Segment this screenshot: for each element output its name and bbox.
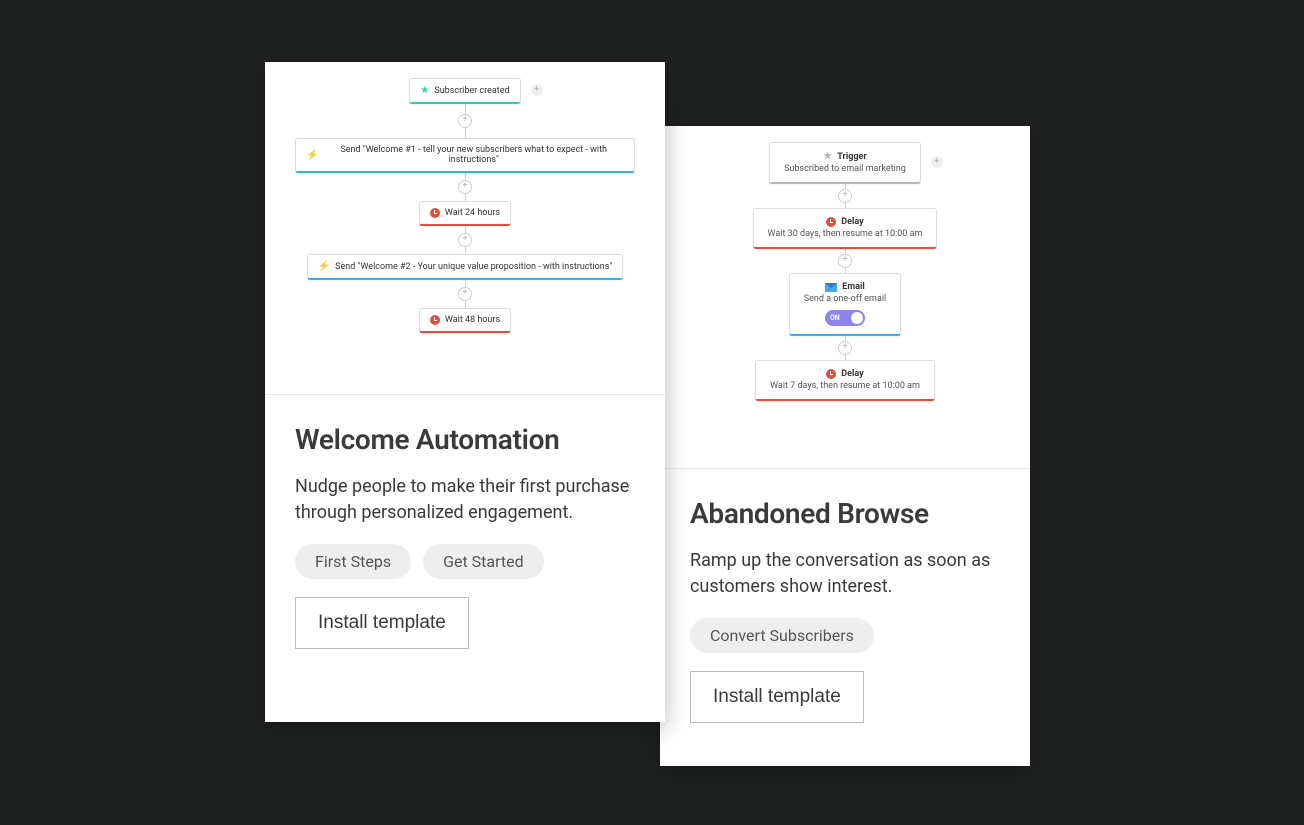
flow-node-trigger[interactable]: ★ Trigger Subscribed to email marketing (769, 142, 921, 184)
flow-node-label: Wait 24 hours (445, 208, 500, 218)
tag-list: Convert Subscribers (690, 618, 1000, 653)
flow-node-email[interactable]: Email Send a one-off email ON (789, 273, 901, 336)
install-template-button[interactable]: Install template (690, 671, 864, 723)
template-description: Ramp up the conversation as soon as cust… (690, 548, 1000, 600)
flow-node-delay[interactable]: Delay Wait 7 days, then resume at 10:00 … (755, 360, 935, 401)
star-icon: ★ (823, 151, 832, 162)
flow-node-title: Email (842, 282, 864, 292)
flow-node-trigger[interactable]: ★ Subscriber created (409, 78, 520, 104)
flow-connector[interactable] (845, 336, 846, 360)
flow-node-label: Send "Welcome #1 - tell your new subscri… (323, 145, 624, 165)
template-card-welcome: ★ Subscriber created + ⚡ Send "Welcome #… (265, 62, 665, 722)
flow-connector[interactable] (845, 249, 846, 273)
clock-icon (826, 369, 836, 379)
flow-node-label: Subscribed to email marketing (784, 164, 906, 174)
flow-node-action[interactable]: ⚡ Send "Welcome #1 - tell your new subsc… (295, 138, 635, 173)
flow-node-action[interactable]: ⚡ Send "Welcome #2 - Your unique value p… (307, 254, 624, 280)
template-card-abandoned: ★ Trigger Subscribed to email marketing … (660, 126, 1030, 766)
tag[interactable]: Convert Subscribers (690, 618, 874, 653)
tag[interactable]: First Steps (295, 544, 411, 579)
flow-node-title: Delay (841, 369, 863, 379)
add-branch-icon[interactable]: + (931, 156, 943, 168)
flow-diagram: ★ Subscriber created + ⚡ Send "Welcome #… (265, 62, 665, 395)
flow-node-label: Wait 48 hours (445, 315, 500, 325)
flow-connector[interactable] (465, 280, 466, 308)
flow-connector[interactable] (465, 226, 466, 254)
email-toggle[interactable]: ON (825, 310, 865, 326)
tag[interactable]: Get Started (423, 544, 544, 579)
bolt-icon: ⚡ (318, 261, 330, 272)
template-description: Nudge people to make their first purchas… (295, 474, 635, 526)
clock-icon (826, 217, 836, 227)
toggle-label: ON (830, 314, 840, 322)
flow-node-delay[interactable]: Wait 48 hours (419, 308, 511, 333)
template-title: Abandoned Browse (690, 497, 1000, 530)
flow-diagram: ★ Trigger Subscribed to email marketing … (660, 126, 1030, 469)
mail-icon (825, 283, 837, 292)
bolt-icon: ⚡ (306, 150, 318, 161)
flow-node-label: Wait 7 days, then resume at 10:00 am (770, 381, 920, 391)
add-branch-icon[interactable]: + (531, 84, 543, 96)
flow-node-label: Send "Welcome #2 - Your unique value pro… (335, 262, 612, 272)
flow-connector[interactable] (465, 104, 466, 138)
flow-node-label: Wait 30 days, then resume at 10:00 am (768, 229, 923, 239)
flow-node-delay[interactable]: Wait 24 hours (419, 201, 511, 226)
flow-node-label: Subscriber created (434, 86, 509, 96)
tag-list: First Steps Get Started (295, 544, 635, 579)
template-info: Abandoned Browse Ramp up the conversatio… (660, 469, 1030, 753)
flow-node-label: Send a one-off email (804, 294, 886, 304)
flow-node-title: Delay (841, 217, 863, 227)
star-icon: ★ (420, 85, 429, 96)
flow-connector[interactable] (465, 173, 466, 201)
install-template-button[interactable]: Install template (295, 597, 469, 649)
template-info: Welcome Automation Nudge people to make … (265, 395, 665, 679)
flow-node-delay[interactable]: Delay Wait 30 days, then resume at 10:00… (753, 208, 938, 249)
clock-icon (430, 208, 440, 218)
flow-node-title: Trigger (837, 152, 866, 162)
clock-icon (430, 315, 440, 325)
template-title: Welcome Automation (295, 423, 635, 456)
flow-connector[interactable] (845, 184, 846, 208)
